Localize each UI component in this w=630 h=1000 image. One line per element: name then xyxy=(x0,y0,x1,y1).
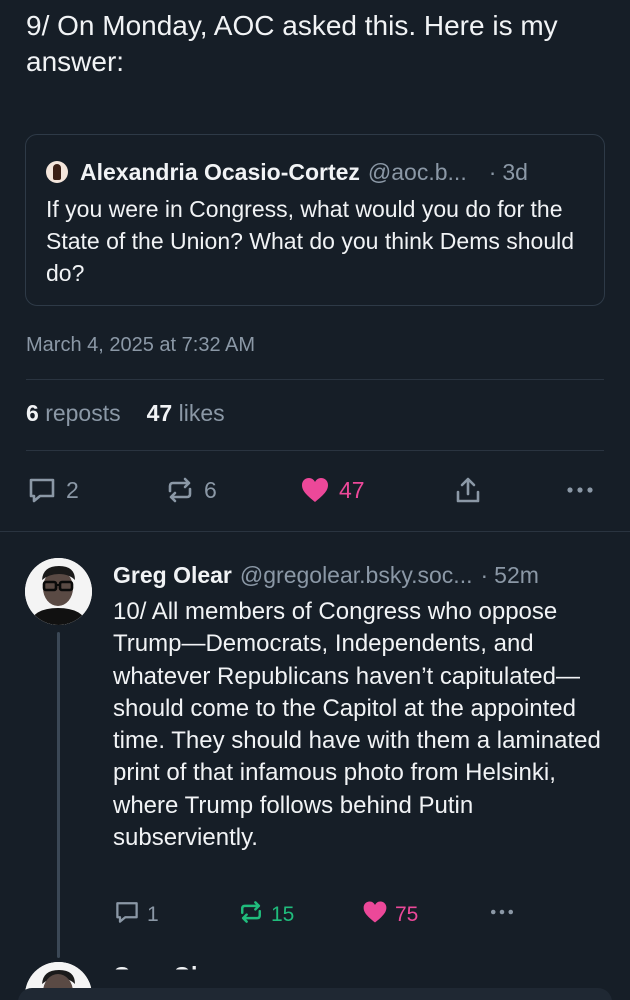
share-icon xyxy=(452,474,484,506)
quoted-post-header: Alexandria Ocasio-Cortez @aoc.b... · 3d xyxy=(46,157,584,187)
quoted-post-time: 3d xyxy=(502,158,528,185)
reposts-stat[interactable]: 6 reposts xyxy=(26,400,121,427)
post-thread-view: 9/ On Monday, AOC asked this. Here is my… xyxy=(0,0,630,1000)
likes-stat-label: likes xyxy=(178,400,225,426)
reply-icon xyxy=(26,474,58,506)
reply-like-button[interactable]: 75 xyxy=(361,900,418,930)
reply-button[interactable]: 2 xyxy=(26,474,79,506)
next-reply-author-name[interactable]: Greg Olear xyxy=(113,962,232,970)
more-options-button[interactable] xyxy=(564,474,596,506)
separator-dot: · xyxy=(488,158,497,185)
reply-like-count: 75 xyxy=(395,903,419,926)
share-button[interactable] xyxy=(452,474,484,506)
divider xyxy=(26,450,604,451)
reply-repost-count: 15 xyxy=(271,903,295,926)
quoted-post-card[interactable]: Alexandria Ocasio-Cortez @aoc.b... · 3d … xyxy=(25,134,605,306)
repost-icon xyxy=(237,898,265,932)
post-timestamp: March 4, 2025 at 7:32 AM xyxy=(26,334,256,356)
composer-bar[interactable] xyxy=(18,988,612,1000)
likes-stat[interactable]: 47 likes xyxy=(147,400,225,427)
like-button[interactable]: 47 xyxy=(299,474,365,506)
divider xyxy=(0,531,630,532)
reply-header: Greg Olear @gregolear.bsky.soc... · 52m xyxy=(113,560,608,590)
like-count: 47 xyxy=(339,476,365,503)
more-icon xyxy=(487,898,517,932)
post-actions: 2 6 47 xyxy=(26,474,604,506)
reply-repost-button[interactable]: 15 xyxy=(237,900,294,930)
repost-button[interactable]: 6 xyxy=(164,474,217,506)
repost-count: 6 xyxy=(204,476,217,503)
divider xyxy=(26,379,604,380)
reposts-stat-label: reposts xyxy=(45,400,121,426)
likes-stat-count: 47 xyxy=(146,400,173,426)
reply-text: 10/ All members of Congress who oppose T… xyxy=(113,598,601,852)
reply-icon xyxy=(113,898,141,932)
quoted-author-handle[interactable]: @aoc.b... xyxy=(368,159,467,186)
reply-author-handle[interactable]: @gregolear.bsky.soc... xyxy=(240,562,473,589)
separator-dot: · xyxy=(480,561,489,588)
reply-reply-button[interactable]: 1 xyxy=(113,900,159,930)
reply-actions: 1 15 75 xyxy=(113,900,523,930)
repost-icon xyxy=(164,474,196,506)
reply-author-avatar[interactable] xyxy=(25,558,92,625)
post-text: 9/ On Monday, AOC asked this. Here is my… xyxy=(26,10,558,77)
reposts-stat-count: 6 xyxy=(26,400,39,426)
reply-count: 2 xyxy=(66,476,79,503)
reply-more-options-button[interactable] xyxy=(487,900,517,930)
reply-reply-count: 1 xyxy=(147,903,159,926)
reply-time: 52m xyxy=(494,561,539,588)
quoted-author-name[interactable]: Alexandria Ocasio-Cortez xyxy=(80,159,360,186)
quoted-author-avatar[interactable] xyxy=(46,161,68,183)
more-icon xyxy=(564,474,596,506)
thread-line xyxy=(57,632,60,958)
quoted-post-text: If you were in Congress, what would you … xyxy=(46,196,575,286)
post-stats: 6 reposts 47 likes xyxy=(26,400,251,427)
reply-author-name[interactable]: Greg Olear xyxy=(113,562,232,589)
heart-icon xyxy=(299,474,331,506)
heart-icon xyxy=(361,898,389,932)
